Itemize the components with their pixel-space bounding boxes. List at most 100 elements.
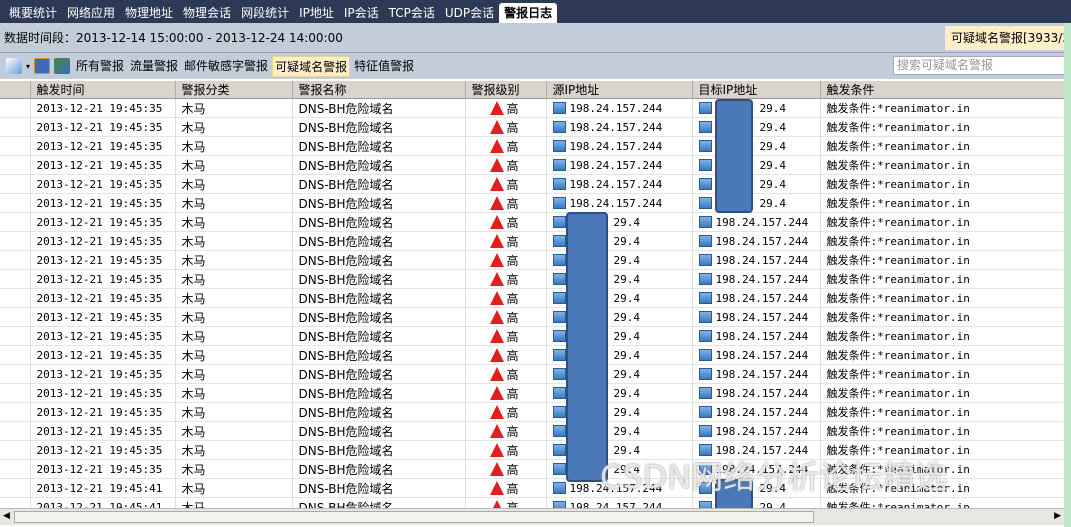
scroll-left-icon[interactable]: ◀ — [3, 511, 10, 521]
filter-button[interactable]: 可疑域名警报 — [272, 55, 351, 77]
trigger-condition: 触发条件:*reanimator.in — [826, 311, 970, 324]
warning-icon — [489, 214, 504, 229]
warning-icon — [489, 176, 504, 191]
table-row[interactable]: 2013-12-21 19:45:35 木马 DNS-BH危险域名 高 198.24.1… — [0, 174, 1064, 194]
warning-icon — [489, 138, 504, 153]
alert-category: 木马 — [181, 443, 206, 458]
table-row[interactable]: 2013-12-21 19:45:35 木马 DNS-BH危险域名高 29.4 198.… — [0, 459, 1064, 479]
tab-3[interactable]: 物理会话 — [178, 3, 236, 23]
table-row[interactable]: 2013-12-21 19:45:41 木马 DNS-BH危险域名 高 198.24.1… — [0, 497, 1064, 508]
destination-ip: 198.24.157.244 — [715, 386, 809, 400]
column-header[interactable]: 源IP地址 — [546, 81, 693, 99]
row-selector — [0, 421, 31, 441]
table-row[interactable]: 2013-12-21 19:45:35 木马 DNS-BH危险域名 高 198.24.1… — [0, 193, 1064, 213]
alert-level: 高 — [506, 253, 519, 268]
tab-6[interactable]: IP会话 — [339, 3, 384, 23]
filter-button[interactable]: 邮件敏感字警报 — [182, 56, 270, 77]
tab-4[interactable]: 网段统计 — [236, 3, 294, 23]
top-filter-icon[interactable] — [6, 58, 22, 74]
destination-ip: 198.24.157.244 — [715, 310, 809, 324]
alert-level: 高 — [506, 386, 519, 401]
table-row[interactable]: 2013-12-21 19:45:35 木马 DNS-BH危险域名高 29.4 198.… — [0, 250, 1064, 270]
source-ip: 198.24.157.244 — [569, 158, 663, 172]
alert-category: 木马 — [181, 329, 206, 344]
table-row[interactable]: 2013-12-21 19:45:35 木马 DNS-BH危险域名 高 198.24.1… — [0, 117, 1064, 137]
destination-ip: 198.24.157.244 — [715, 462, 809, 476]
alert-category: 木马 — [181, 253, 206, 268]
table-row[interactable]: 2013-12-21 19:45:35 木马 DNS-BH危险域名高 29.4 198.… — [0, 231, 1064, 251]
tab-7[interactable]: TCP会话 — [384, 3, 440, 23]
table-row[interactable]: 2013-12-21 19:45:35 木马 DNS-BH危险域名高 29.4 198.… — [0, 307, 1064, 327]
table-row[interactable]: 2013-12-21 19:45:35 木马 DNS-BH危险域名高 29.4 198.… — [0, 402, 1064, 422]
column-header[interactable]: 触发条件 — [820, 81, 1064, 99]
column-header[interactable]: 目标IP地址 — [692, 81, 821, 99]
computer-icon — [552, 481, 566, 494]
trigger-time: 2013-12-21 19:45:35 — [36, 158, 163, 172]
table-row[interactable]: 2013-12-21 19:45:35 木马 DNS-BH危险域名 高 198.24.1… — [0, 155, 1064, 175]
computer-icon — [698, 177, 712, 190]
warning-icon — [489, 442, 504, 457]
alert-name: DNS-BH危险域名 — [298, 348, 394, 363]
table-row[interactable]: 2013-12-21 19:45:35 木马 DNS-BH危险域名高 29.4 198.… — [0, 345, 1064, 365]
table-row[interactable]: 2013-12-21 19:45:35 木马 DNS-BH危险域名 高 198.24.1… — [0, 136, 1064, 156]
vertical-scrollbar[interactable] — [1064, 23, 1071, 527]
scroll-thumb[interactable] — [14, 511, 814, 523]
warning-icon — [489, 271, 504, 286]
table-row[interactable]: 2013-12-21 19:45:35 木马 DNS-BH危险域名高 29.4 198.… — [0, 269, 1064, 289]
table-row[interactable]: 2013-12-21 19:45:35 木马 DNS-BH危险域名 高 198.24.1… — [0, 98, 1064, 118]
alert-level: 高 — [506, 481, 519, 496]
computer-icon — [698, 101, 712, 114]
alert-category: 木马 — [181, 291, 206, 306]
computer-icon — [552, 215, 566, 228]
column-header[interactable]: 警报分类 — [175, 81, 293, 99]
alert-category: 木马 — [181, 462, 206, 477]
column-header[interactable]: 警报名称 — [292, 81, 466, 99]
destination-ip: 198.24.157.244 — [715, 234, 809, 248]
alert-level: 高 — [506, 291, 519, 306]
horizontal-scrollbar[interactable]: ◀ ▶ — [0, 508, 1064, 525]
table-row[interactable]: 2013-12-21 19:45:35 木马 DNS-BH危险域名高 29.4 198.… — [0, 383, 1064, 403]
trigger-time: 2013-12-21 19:45:35 — [36, 405, 163, 419]
trigger-condition: 触发条件:*reanimator.in — [826, 387, 970, 400]
tab-9[interactable]: 警报日志 — [499, 3, 558, 23]
trigger-time: 2013-12-21 19:45:35 — [36, 462, 163, 476]
destination-ip: 198.24.157.244 — [715, 215, 809, 229]
row-selector — [0, 155, 31, 175]
column-header[interactable]: 警报级别 — [465, 81, 547, 99]
computer-icon — [552, 177, 566, 190]
search-input[interactable]: 搜索可疑域名警报 — [893, 56, 1065, 75]
tab-5[interactable]: IP地址 — [294, 3, 339, 23]
redaction-block — [715, 99, 753, 213]
filter-button[interactable]: 流量警报 — [128, 56, 180, 77]
trigger-time: 2013-12-21 19:45:35 — [36, 177, 163, 191]
row-selector — [0, 250, 31, 270]
tab-0[interactable]: 概要统计 — [4, 3, 62, 23]
computer-icon — [698, 367, 712, 380]
tab-2[interactable]: 物理地址 — [120, 3, 178, 23]
table-row[interactable]: 2013-12-21 19:45:35 木马 DNS-BH危险域名高 29.4 198.… — [0, 212, 1064, 232]
tab-8[interactable]: UDP会话 — [440, 3, 499, 23]
warning-icon — [489, 290, 504, 305]
table-row[interactable]: 2013-12-21 19:45:35 木马 DNS-BH危险域名高 29.4 198.… — [0, 326, 1064, 346]
filter-button[interactable]: 特征值警报 — [352, 56, 416, 77]
table-row[interactable]: 2013-12-21 19:45:35 木马 DNS-BH危险域名高 29.4 198.… — [0, 440, 1064, 460]
row-selector — [0, 98, 31, 118]
table-row[interactable]: 2013-12-21 19:45:35 木马 DNS-BH危险域名高 29.4 198.… — [0, 421, 1064, 441]
filter-button[interactable]: 所有警报 — [74, 56, 126, 77]
calendar-icon[interactable] — [34, 58, 51, 74]
computer-icon — [552, 234, 566, 247]
alert-category: 木马 — [181, 424, 206, 439]
column-header[interactable]: 触发时间 — [30, 81, 176, 99]
table-row[interactable]: 2013-12-21 19:45:35 木马 DNS-BH危险域名高 29.4 198.… — [0, 288, 1064, 308]
alert-level: 高 — [506, 158, 519, 173]
computer-icon — [552, 272, 566, 285]
tab-1[interactable]: 网络应用 — [62, 3, 120, 23]
table-row[interactable]: 2013-12-21 19:45:35 木马 DNS-BH危险域名高 29.4 198.… — [0, 364, 1064, 384]
warning-icon — [489, 480, 504, 495]
export-icon[interactable] — [54, 58, 71, 74]
scroll-right-icon[interactable]: ▶ — [1054, 511, 1061, 521]
computer-icon — [552, 158, 566, 171]
dropdown-arrow-icon[interactable]: ▾ — [26, 62, 30, 71]
trigger-condition: 触发条件:*reanimator.in — [826, 368, 970, 381]
table-row[interactable]: 2013-12-21 19:45:41 木马 DNS-BH危险域名 高 198.24.1… — [0, 478, 1064, 498]
